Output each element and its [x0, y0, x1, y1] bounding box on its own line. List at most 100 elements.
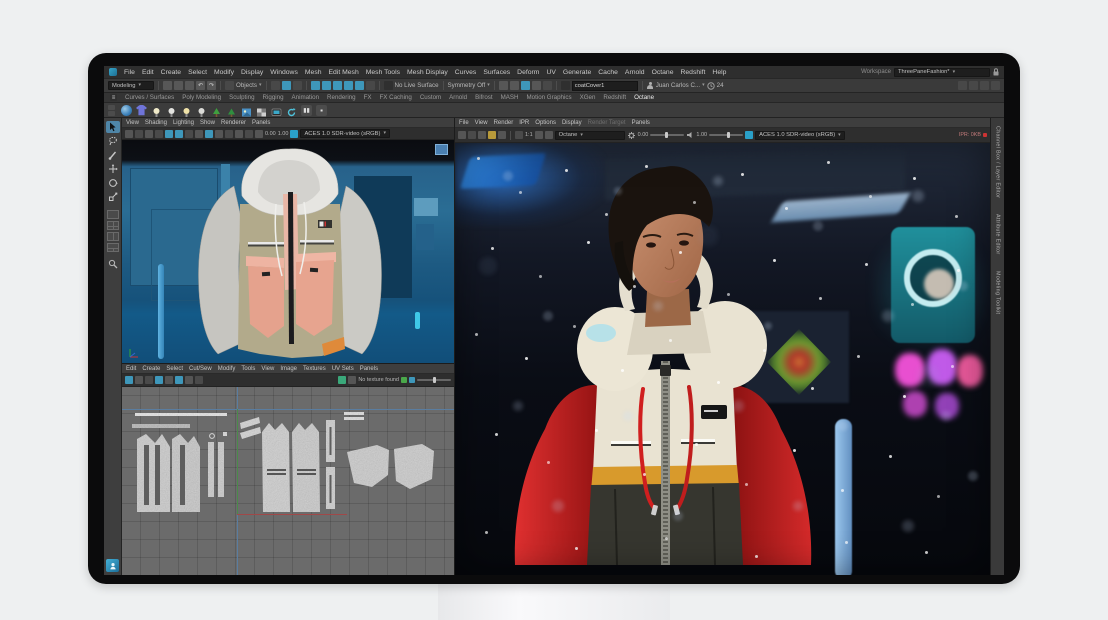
vp-menu-lighting[interactable]: Lighting — [173, 120, 194, 126]
octane-render-refresh-icon[interactable] — [286, 105, 297, 116]
menu-edit[interactable]: Edit — [142, 69, 154, 76]
toolbar-icon[interactable] — [255, 130, 263, 138]
uv-menu-image[interactable]: Image — [280, 366, 297, 372]
renderer-dropdown[interactable]: Octane▾ — [555, 131, 625, 140]
octane-pause-icon[interactable]: ▮▮ — [301, 105, 312, 116]
menu-octane[interactable]: Octane — [652, 69, 674, 76]
shelf-tab-rendering[interactable]: Rendering — [327, 94, 356, 101]
octane-stop-icon[interactable]: ▪ — [316, 105, 327, 116]
shelf-tab-rigging[interactable]: Rigging — [263, 94, 284, 101]
uv-shells[interactable] — [122, 387, 454, 575]
tab-attribute-editor[interactable]: Attribute Editor — [995, 214, 1001, 254]
render-colorspace-dropdown[interactable]: ACES 1.0 SDR-video (sRGB)▾ — [755, 131, 845, 140]
shelf-tab-fx-caching[interactable]: FX Caching — [380, 94, 412, 101]
select-object-icon[interactable] — [282, 81, 291, 90]
gamma-slider[interactable] — [709, 134, 743, 136]
menu-mesh-tools[interactable]: Mesh Tools — [366, 69, 400, 76]
toolbar-icon[interactable] — [205, 130, 213, 138]
shelf-tab-arnold[interactable]: Arnold — [449, 94, 467, 101]
selection-name-field[interactable] — [572, 81, 638, 91]
menu-edit-mesh[interactable]: Edit Mesh — [329, 69, 359, 76]
shelf-tab-bifrost[interactable]: Bifrost — [475, 94, 493, 101]
paint-select-tool-icon[interactable] — [106, 149, 120, 161]
viewport-3d-scene[interactable] — [122, 140, 454, 363]
octane-texture-icon[interactable] — [256, 105, 267, 116]
shelf-tab-curves-surfaces[interactable]: Curves / Surfaces — [125, 94, 174, 101]
maya-logo-icon[interactable] — [109, 68, 117, 76]
exposure-slider[interactable] — [650, 134, 684, 136]
snap-point-icon[interactable] — [333, 81, 342, 90]
menu-arnold[interactable]: Arnold — [625, 69, 645, 76]
user-account-dropdown[interactable]: Juan Carlos C... ▾ — [647, 82, 705, 89]
vp-menu-show[interactable]: Show — [200, 120, 215, 126]
snap-curve-icon[interactable] — [322, 81, 331, 90]
menu-display[interactable]: Display — [241, 69, 263, 76]
uv-menu-modify[interactable]: Modify — [218, 366, 236, 372]
tab-modeling-toolkit[interactable]: Modeling Toolkit — [995, 271, 1001, 314]
rv-menu-file[interactable]: File — [459, 120, 469, 126]
toolbar-icon[interactable] — [478, 131, 486, 139]
toolbar-icon[interactable] — [235, 130, 243, 138]
octane-environment-tree-icon[interactable] — [211, 105, 222, 116]
select-hierarchy-icon[interactable] — [271, 81, 280, 90]
layout-single-pane-icon[interactable] — [107, 210, 119, 219]
menu-select[interactable]: Select — [188, 69, 207, 76]
snap-plane-icon[interactable] — [344, 81, 353, 90]
ipr-stop-icon[interactable] — [983, 133, 987, 137]
octane-shirt-icon[interactable] — [136, 105, 147, 116]
toolbar-icon[interactable] — [135, 130, 143, 138]
shelf-tab-poly-modeling[interactable]: Poly Modeling — [182, 94, 221, 101]
uv-menu-cut-sew[interactable]: Cut/Sew — [189, 366, 212, 372]
shelf-tab-custom[interactable]: Custom — [420, 94, 441, 101]
uv-editor-canvas[interactable] — [122, 387, 454, 575]
render-image[interactable] — [455, 143, 990, 575]
selection-mode-icon[interactable] — [225, 81, 234, 90]
sidebar-channelbox-icon[interactable] — [958, 81, 967, 90]
shelf-tab-xgen[interactable]: XGen — [580, 94, 596, 101]
move-tool-icon[interactable] — [106, 163, 120, 175]
select-tool-icon[interactable] — [106, 121, 120, 133]
render-gamma-value[interactable]: 1.00 — [696, 132, 707, 138]
toolbar-icon[interactable] — [145, 130, 153, 138]
menu-set-dropdown[interactable]: Modeling▾ — [108, 81, 154, 90]
shelf-tab-fx[interactable]: FX — [364, 94, 372, 101]
sidebar-modeling-icon[interactable] — [991, 81, 1000, 90]
toolbar-icon[interactable] — [225, 130, 233, 138]
toolbar-icon[interactable] — [515, 131, 523, 139]
toolbar-icon[interactable] — [215, 130, 223, 138]
rv-menu-ipr[interactable]: IPR — [519, 120, 529, 126]
toolbar-icon[interactable] — [185, 130, 193, 138]
menu-mesh[interactable]: Mesh — [305, 69, 322, 76]
toolbar-icon[interactable] — [535, 131, 543, 139]
toolbar-icon[interactable] — [458, 131, 466, 139]
menu-deform[interactable]: Deform — [517, 69, 539, 76]
menu-file[interactable]: File — [124, 69, 135, 76]
toolbar-icon[interactable] — [245, 130, 253, 138]
lasso-tool-icon[interactable] — [106, 135, 120, 147]
input-toggle-icon[interactable] — [561, 81, 570, 90]
ipr-render-icon[interactable] — [510, 81, 519, 90]
toolbar-icon[interactable] — [195, 130, 203, 138]
toolbar-icon[interactable] — [165, 130, 173, 138]
toolbar-icon[interactable] — [468, 131, 476, 139]
render-icon[interactable] — [499, 81, 508, 90]
toolbar-icon[interactable] — [145, 376, 153, 384]
rv-menu-view[interactable]: View — [475, 120, 488, 126]
view-cube[interactable] — [435, 144, 448, 155]
texture-swatch-icon[interactable] — [338, 376, 346, 384]
uv-menu-uv-sets[interactable]: UV Sets — [332, 366, 354, 372]
uv-menu-select[interactable]: Select — [166, 366, 183, 372]
layout-two-pane-icon[interactable] — [107, 232, 119, 241]
toolbar-icon[interactable] — [125, 130, 133, 138]
scale-tool-icon[interactable] — [106, 191, 120, 203]
symmetry-label[interactable]: Symmetry Off — [448, 82, 486, 89]
vp-menu-shading[interactable]: Shading — [145, 120, 167, 126]
shelf-tabs-menu-icon[interactable]: ≡ — [110, 94, 117, 101]
hypershade-icon[interactable] — [532, 81, 541, 90]
sidebar-toolsettings-icon[interactable] — [980, 81, 989, 90]
menu-mesh-display[interactable]: Mesh Display — [407, 69, 448, 76]
save-scene-icon[interactable] — [185, 81, 194, 90]
vp-menu-renderer[interactable]: Renderer — [221, 120, 246, 126]
toolbox-bottom-badge-icon[interactable] — [106, 559, 119, 572]
colorspace-dropdown[interactable]: ACES 1.0 SDR-video (sRGB)▾ — [300, 129, 390, 138]
